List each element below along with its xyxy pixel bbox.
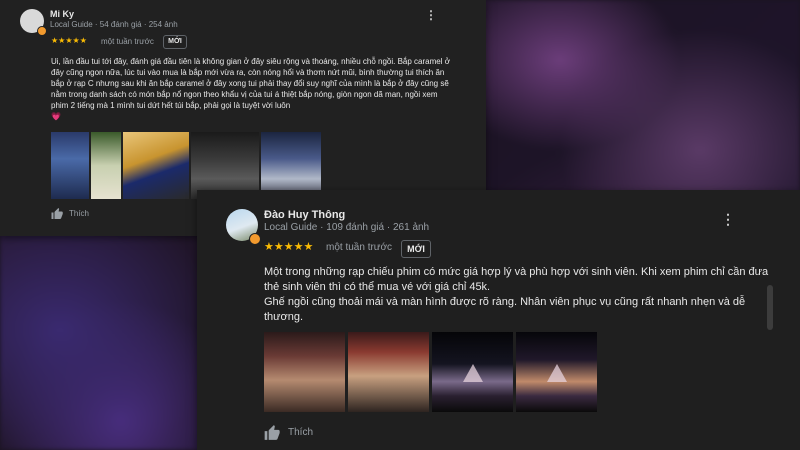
reviewer-meta: Local Guide · 54 đánh giá · 254 ảnh xyxy=(50,20,178,29)
like-label: Thích xyxy=(288,427,314,438)
review-time: một tuần trước xyxy=(101,37,154,46)
local-guide-badge-icon xyxy=(249,233,261,245)
review-photos xyxy=(264,332,597,412)
more-vert-icon[interactable]: ⋮ xyxy=(425,9,437,21)
reviewer-name[interactable]: Đào Huy Thông xyxy=(264,209,345,221)
review-photo[interactable] xyxy=(123,132,189,199)
review-time: một tuần trước xyxy=(326,242,393,253)
like-button[interactable]: Thích xyxy=(51,208,89,219)
review-photo[interactable] xyxy=(264,332,345,412)
local-guide-badge-icon xyxy=(37,26,47,36)
review-photo[interactable] xyxy=(432,332,513,412)
new-badge: MỚI xyxy=(401,240,431,258)
review-photo[interactable] xyxy=(191,132,259,199)
review-photo[interactable] xyxy=(516,332,597,412)
review-photo[interactable] xyxy=(348,332,429,412)
star-rating: ★★★★★ xyxy=(51,36,87,45)
review-photo[interactable] xyxy=(51,132,89,199)
new-badge: MỚI xyxy=(163,35,187,49)
castle-shape xyxy=(462,364,483,382)
review-photo[interactable] xyxy=(261,132,321,199)
castle-shape xyxy=(546,364,567,382)
scrollbar[interactable] xyxy=(767,285,773,330)
reviewer-name[interactable]: Mi Ky xyxy=(50,9,74,19)
like-label: Thích xyxy=(69,209,90,218)
thumb-up-icon xyxy=(51,208,63,219)
review-photos xyxy=(51,132,321,199)
review-text: Ui, lần đầu tui tới đây, đánh giá đầu ti… xyxy=(51,57,450,121)
review-photo[interactable] xyxy=(91,132,121,199)
like-button[interactable]: Thích xyxy=(264,425,313,440)
thumb-up-icon xyxy=(264,425,280,440)
reviewer-meta: Local Guide · 109 đánh giá · 261 ảnh xyxy=(264,222,430,233)
review-text: Một trong những rạp chiếu phim có mức gi… xyxy=(264,266,769,323)
more-vert-icon[interactable]: ⋮ xyxy=(721,212,735,226)
star-rating: ★★★★★ xyxy=(264,241,314,253)
